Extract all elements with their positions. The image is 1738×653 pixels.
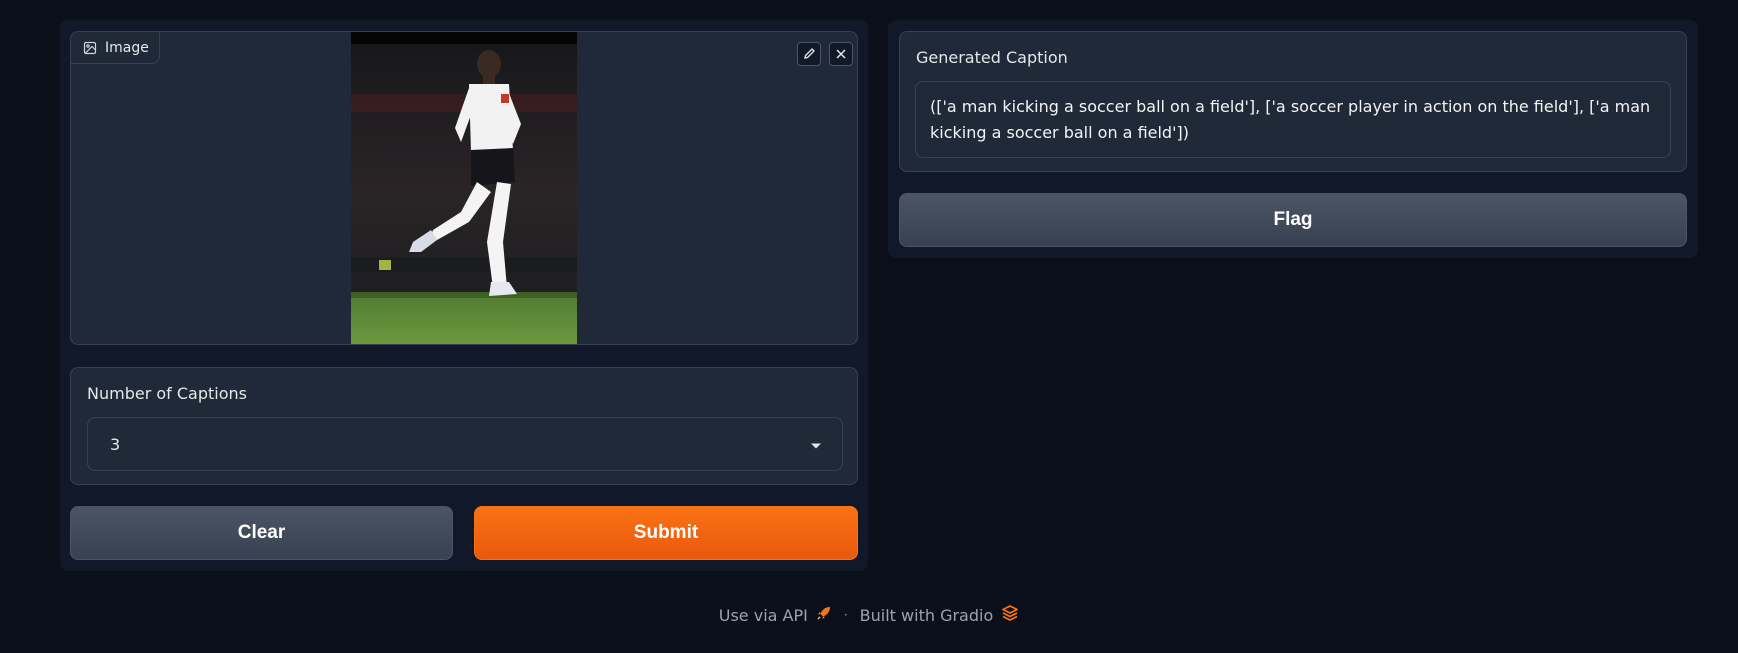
output-panel: Generated Caption (['a man kicking a soc… bbox=[888, 20, 1698, 258]
image-icon bbox=[83, 41, 97, 55]
dropdown-value: 3 bbox=[110, 434, 121, 454]
flag-button[interactable]: Flag bbox=[899, 193, 1687, 247]
footer: Use via API · Built with Gradio bbox=[0, 604, 1738, 626]
use-via-api-label: Use via API bbox=[718, 605, 808, 625]
gradio-app: Image Number of Captions 3 Clear Submit … bbox=[0, 0, 1738, 653]
number-of-captions-block: Number of Captions 3 bbox=[70, 367, 858, 485]
built-with-gradio-link[interactable]: Built with Gradio bbox=[860, 604, 1020, 626]
pencil-icon bbox=[803, 45, 816, 64]
number-of-captions-label: Number of Captions bbox=[87, 384, 247, 403]
built-with-gradio-label: Built with Gradio bbox=[859, 605, 994, 625]
generated-caption-block: Generated Caption (['a man kicking a soc… bbox=[899, 31, 1687, 172]
number-of-captions-dropdown[interactable]: 3 bbox=[87, 417, 843, 471]
close-icon bbox=[835, 45, 847, 64]
gradio-logo-icon bbox=[1001, 604, 1019, 626]
use-via-api-link[interactable]: Use via API bbox=[719, 605, 832, 625]
submit-button[interactable]: Submit bbox=[474, 506, 858, 560]
footer-separator: · bbox=[843, 608, 848, 622]
uploaded-photo bbox=[351, 32, 577, 344]
clear-button[interactable]: Clear bbox=[70, 506, 453, 560]
image-input[interactable]: Image bbox=[70, 31, 858, 345]
rocket-icon bbox=[816, 605, 832, 625]
clear-image-button[interactable] bbox=[829, 42, 853, 66]
input-panel: Image Number of Captions 3 Clear Submit bbox=[60, 20, 868, 571]
image-label-text: Image bbox=[105, 39, 149, 56]
generated-caption-output[interactable]: (['a man kicking a soccer ball on a fiel… bbox=[915, 81, 1671, 158]
chevron-down-icon bbox=[810, 435, 822, 454]
edit-image-button[interactable] bbox=[797, 42, 821, 66]
generated-caption-label: Generated Caption bbox=[916, 48, 1068, 67]
image-input-label: Image bbox=[71, 32, 160, 64]
